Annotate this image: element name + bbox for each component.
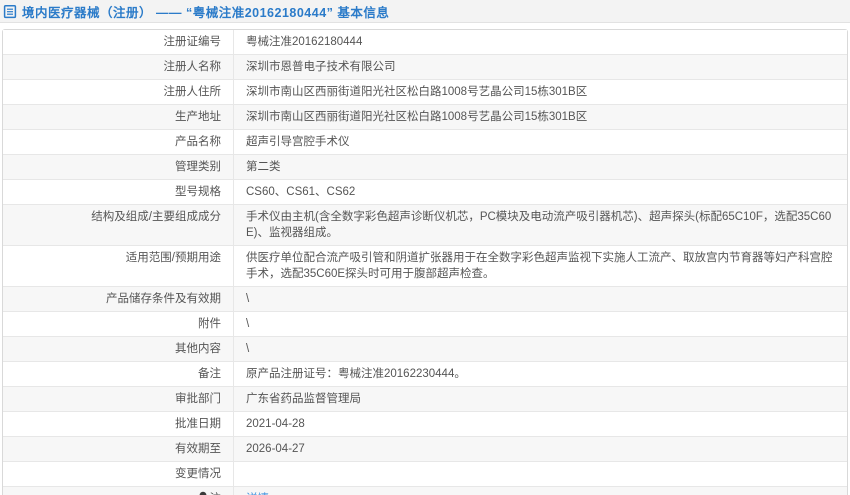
table-row: 管理类别 第二类 bbox=[3, 154, 847, 179]
row-value: 粤械注准20162180444 bbox=[246, 36, 363, 48]
table-row: 其他内容 \ bbox=[3, 336, 847, 361]
row-label: 审批部门 bbox=[3, 387, 234, 411]
pin-icon bbox=[198, 491, 208, 495]
row-value: 超声引导宫腔手术仪 bbox=[246, 136, 350, 148]
row-value: 2021-04-28 bbox=[246, 418, 305, 430]
row-label: 产品储存条件及有效期 bbox=[3, 287, 234, 311]
row-label: 生产地址 bbox=[3, 105, 234, 129]
row-label: 有效期至 bbox=[3, 437, 234, 461]
row-value: \ bbox=[246, 318, 250, 330]
table-row: 备注 原产品注册证号：粤械注准20162230444。 bbox=[3, 361, 847, 386]
row-value: 手术仪由主机(含全数字彩色超声诊断仪机芯，PC模块及电动流产吸引器机芯)、超声探… bbox=[246, 211, 832, 239]
row-label: 变更情况 bbox=[3, 462, 234, 486]
row-label: 型号规格 bbox=[3, 180, 234, 204]
row-label: 注 bbox=[3, 487, 234, 495]
page-header: 境内医疗器械（注册） —— “粤械注准20162180444” 基本信息 bbox=[0, 0, 850, 23]
row-value: 2026-04-27 bbox=[246, 443, 305, 455]
table-row: 适用范围/预期用途 供医疗单位配合流产吸引管和阴道扩张器用于在全数字彩色超声监视下… bbox=[3, 245, 847, 286]
table-row: 型号规格 CS60、CS61、CS62 bbox=[3, 179, 847, 204]
row-label: 注册人名称 bbox=[3, 55, 234, 79]
row-value: \ bbox=[246, 343, 250, 355]
row-value: 供医疗单位配合流产吸引管和阴道扩张器用于在全数字彩色超声监视下实施人工流产、取放… bbox=[246, 252, 833, 280]
row-value: 深圳市南山区西丽街道阳光社区松白路1008号艺晶公司15栋301B区 bbox=[246, 86, 588, 98]
row-value bbox=[234, 462, 847, 486]
table-row: 产品储存条件及有效期 \ bbox=[3, 286, 847, 311]
row-label: 适用范围/预期用途 bbox=[3, 246, 234, 286]
row-value: 深圳市恩普电子技术有限公司 bbox=[246, 61, 396, 73]
row-value: 广东省药品监督管理局 bbox=[246, 393, 361, 405]
row-value: 深圳市南山区西丽街道阳光社区松白路1008号艺晶公司15栋301B区 bbox=[246, 111, 588, 123]
row-label: 注册证编号 bbox=[3, 30, 234, 54]
row-label: 注册人住所 bbox=[3, 80, 234, 104]
row-value: 原产品注册证号：粤械注准20162230444。 bbox=[246, 368, 466, 380]
table-row: 注册人名称 深圳市恩普电子技术有限公司 bbox=[3, 54, 847, 79]
document-icon bbox=[3, 4, 17, 19]
row-label: 附件 bbox=[3, 312, 234, 336]
table-row: 附件 \ bbox=[3, 311, 847, 336]
row-value: \ bbox=[246, 293, 250, 305]
table-row: 变更情况 bbox=[3, 461, 847, 486]
table-row: 产品名称 超声引导宫腔手术仪 bbox=[3, 129, 847, 154]
table-row: 注册证编号 粤械注准20162180444 bbox=[3, 30, 847, 54]
row-label: 结构及组成/主要组成成分 bbox=[3, 205, 234, 245]
table-row: 注册人住所 深圳市南山区西丽街道阳光社区松白路1008号艺晶公司15栋301B区 bbox=[3, 79, 847, 104]
row-value: 第二类 bbox=[246, 161, 281, 173]
row-value: 详情 bbox=[234, 487, 847, 495]
info-table: 注册证编号 粤械注准20162180444 注册人名称 深圳市恩普电子技术有限公司 注册… bbox=[2, 29, 848, 495]
table-row: 审批部门 广东省药品监督管理局 bbox=[3, 386, 847, 411]
table-row: 结构及组成/主要组成成分 手术仪由主机(含全数字彩色超声诊断仪机芯，PC模块及电动… bbox=[3, 204, 847, 245]
table-row: 批准日期 2021-04-28 bbox=[3, 411, 847, 436]
row-label: 产品名称 bbox=[3, 130, 234, 154]
table-row: 注详情 bbox=[3, 486, 847, 495]
page-title: 境内医疗器械（注册） —— “粤械注准20162180444” 基本信息 bbox=[22, 5, 390, 20]
table-row: 有效期至 2026-04-27 bbox=[3, 436, 847, 461]
row-label: 管理类别 bbox=[3, 155, 234, 179]
row-label: 批准日期 bbox=[3, 412, 234, 436]
row-label: 其他内容 bbox=[3, 337, 234, 361]
table-row: 生产地址 深圳市南山区西丽街道阳光社区松白路1008号艺晶公司15栋301B区 bbox=[3, 104, 847, 129]
row-value: CS60、CS61、CS62 bbox=[246, 186, 356, 198]
row-label: 备注 bbox=[3, 362, 234, 386]
